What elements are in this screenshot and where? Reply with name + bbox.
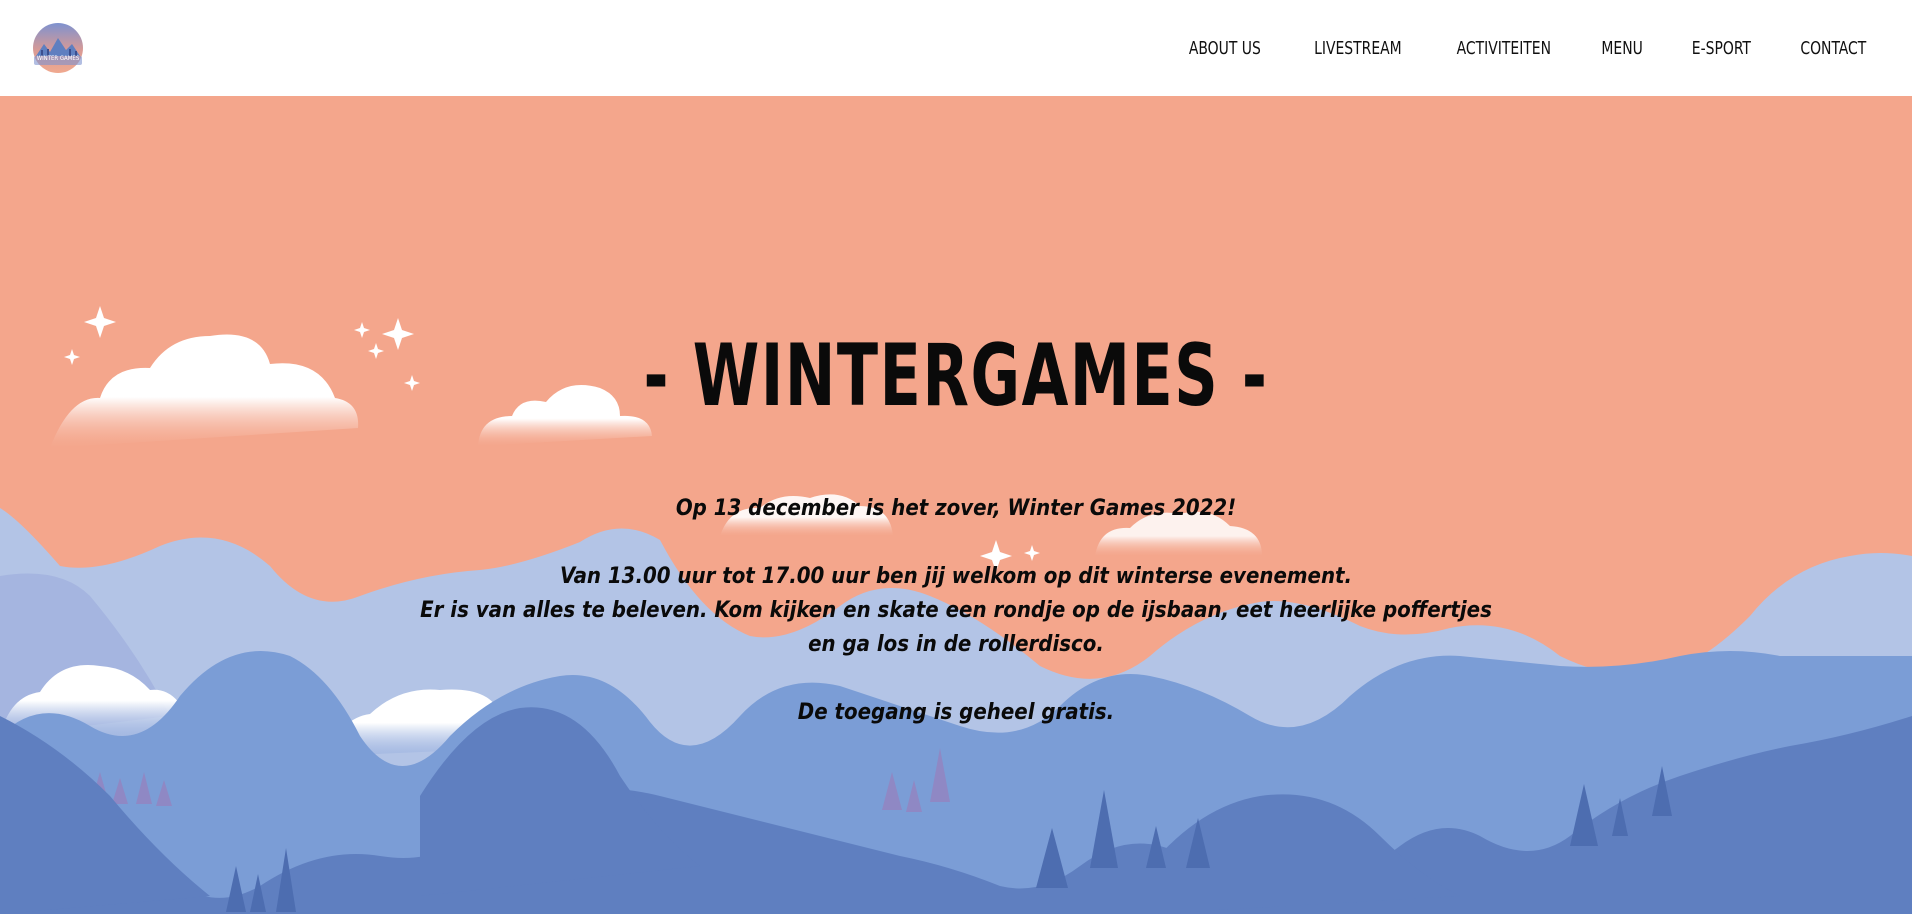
hero-line-date: Op 13 december is het zover, Winter Game… <box>675 496 1237 521</box>
nav-activiteiten[interactable]: ACTIVITEITEN <box>1456 38 1550 59</box>
nav-contact[interactable]: CONTACT <box>1801 38 1867 59</box>
logo-emblem-icon <box>33 23 83 73</box>
nav-about-us[interactable]: ABOUT US <box>1189 38 1261 59</box>
site-header: WINTER GAMES ABOUT US LIVESTREAM ACTIVIT… <box>0 0 1912 96</box>
hero-line-activities: Er is van alles te beleven. Kom kijken e… <box>420 598 1492 657</box>
hero-line-free-entry: De toegang is geheel gratis. <box>797 700 1115 725</box>
nav-livestream[interactable]: LIVESTREAM <box>1314 38 1402 59</box>
nav-menu[interactable]: MENU <box>1602 38 1643 59</box>
main-nav: ABOUT US LIVESTREAM ACTIVITEITEN MENU E-… <box>1143 38 1872 59</box>
hero-title: - WINTERGAMES - <box>643 326 1269 426</box>
logo[interactable]: WINTER GAMES <box>30 22 86 74</box>
hero-description: Op 13 december is het zover, Winter Game… <box>406 492 1506 730</box>
hero-section: - WINTERGAMES - Op 13 december is het zo… <box>0 96 1912 914</box>
hero-line-time: Van 13.00 uur tot 17.00 uur ben jij welk… <box>559 564 1353 589</box>
nav-e-sport[interactable]: E-SPORT <box>1691 38 1750 59</box>
logo-text: WINTER GAMES <box>36 55 80 62</box>
